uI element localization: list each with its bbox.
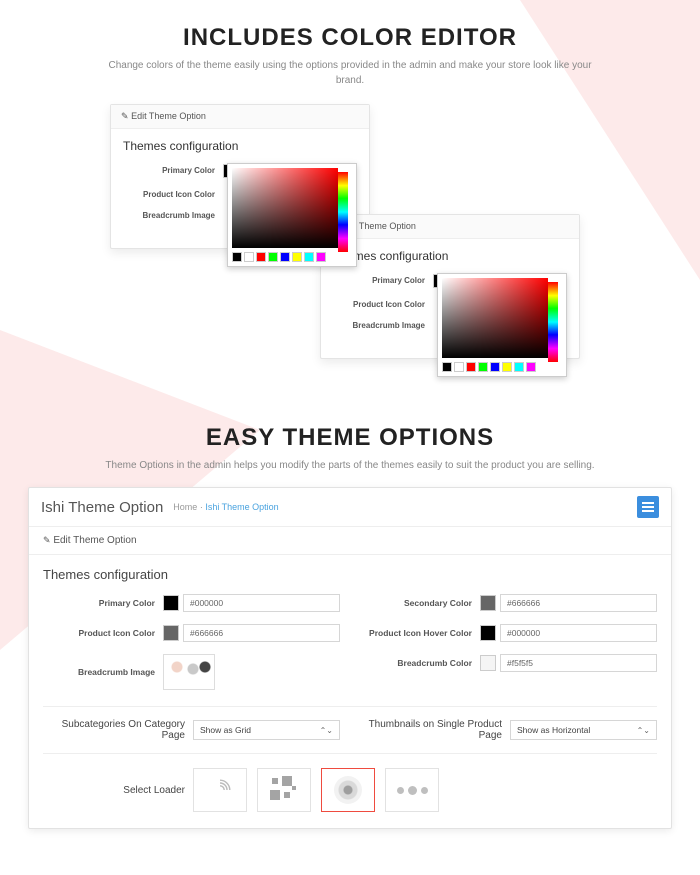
breadcrumb-color-label: Breadcrumb Color bbox=[360, 658, 480, 668]
loader-option-squares[interactable] bbox=[257, 768, 311, 812]
breadcrumb-label-1: Breadcrumb Image bbox=[123, 211, 223, 220]
panel2-config-title: Themes configuration bbox=[333, 249, 567, 263]
color-editor-panel-2: ✎ Edit Theme Option Themes configuration… bbox=[320, 214, 580, 359]
breadcrumb-image-label: Breadcrumb Image bbox=[43, 667, 163, 677]
breadcrumb-image-upload[interactable] bbox=[163, 654, 215, 690]
panel1-config-title: Themes configuration bbox=[123, 139, 357, 153]
loader-option-dots[interactable] bbox=[385, 768, 439, 812]
panel1-header-text: Edit Theme Option bbox=[131, 111, 206, 121]
menu-button[interactable] bbox=[637, 496, 659, 518]
thumbnails-label: Thumbnails on Single Product Page bbox=[360, 719, 510, 741]
dots-loader-icon bbox=[397, 786, 428, 795]
secondary-color-swatch[interactable] bbox=[480, 595, 496, 611]
preset-swatches-1[interactable] bbox=[232, 252, 352, 262]
color-editor-panel-1: ✎ Edit Theme Option Themes configuration… bbox=[110, 104, 370, 249]
primary-color-label-2: Primary Color bbox=[333, 276, 433, 285]
hover-color-swatch[interactable] bbox=[480, 625, 496, 641]
color-picker-popup-2[interactable] bbox=[437, 273, 567, 377]
preset-swatches-2[interactable] bbox=[442, 362, 562, 372]
panel-sub-header: ✎ Edit Theme Option bbox=[29, 527, 671, 555]
color-gradient-area-1[interactable] bbox=[232, 168, 338, 248]
breadcrumb-current: Ishi Theme Option bbox=[205, 502, 278, 512]
squares-loader-icon bbox=[270, 776, 298, 804]
icon-color-label: Product Icon Color bbox=[43, 628, 163, 638]
arcs-loader-icon bbox=[206, 776, 234, 804]
section1-subtitle: Change colors of the theme easily using … bbox=[100, 58, 600, 88]
pencil-icon: ✎ bbox=[43, 535, 51, 545]
primary-color-swatch[interactable] bbox=[163, 595, 179, 611]
primary-color-input[interactable]: #000000 bbox=[183, 594, 340, 612]
hamburger-icon bbox=[642, 506, 654, 508]
breadcrumb: Home · Ishi Theme Option bbox=[173, 502, 278, 512]
chevron-updown-icon: ⌃⌄ bbox=[320, 726, 333, 735]
target-loader-icon bbox=[334, 776, 362, 804]
section2-title: EASY THEME OPTIONS bbox=[0, 424, 700, 452]
pencil-icon: ✎ bbox=[121, 111, 129, 121]
panel1-header: ✎ Edit Theme Option bbox=[111, 105, 369, 129]
section2-subtitle: Theme Options in the admin helps you mod… bbox=[100, 458, 600, 473]
subcategories-label: Subcategories On Category Page bbox=[43, 719, 193, 741]
subcategories-select[interactable]: Show as Grid ⌃⌄ bbox=[193, 720, 340, 740]
loader-option-arcs[interactable] bbox=[193, 768, 247, 812]
secondary-color-label: Secondary Color bbox=[360, 598, 480, 608]
breadcrumb-label-2: Breadcrumb Image bbox=[333, 321, 433, 330]
select-loader-label: Select Loader bbox=[43, 785, 193, 796]
panel2-header: ✎ Edit Theme Option bbox=[321, 215, 579, 239]
hover-color-label: Product Icon Hover Color bbox=[360, 628, 480, 638]
hover-color-input[interactable]: #000000 bbox=[500, 624, 657, 642]
hue-slider-2[interactable] bbox=[548, 282, 558, 362]
primary-color-label-1: Primary Color bbox=[123, 166, 223, 175]
breadcrumb-image-preview bbox=[167, 657, 211, 687]
hue-slider-1[interactable] bbox=[338, 172, 348, 252]
breadcrumb-color-swatch[interactable] bbox=[480, 655, 496, 671]
color-picker-popup-1[interactable] bbox=[227, 163, 357, 267]
section1-title: INCLUDES COLOR EDITOR bbox=[0, 24, 700, 52]
page-title: Ishi Theme Option bbox=[41, 499, 163, 516]
primary-color-label: Primary Color bbox=[43, 598, 163, 608]
loader-option-target-selected[interactable] bbox=[321, 768, 375, 812]
thumbnails-select[interactable]: Show as Horizontal ⌃⌄ bbox=[510, 720, 657, 740]
breadcrumb-color-input[interactable]: #f5f5f5 bbox=[500, 654, 657, 672]
breadcrumb-home[interactable]: Home bbox=[173, 502, 197, 512]
config-title: Themes configuration bbox=[43, 567, 657, 582]
producticon-label-1: Product Icon Color bbox=[123, 190, 223, 199]
icon-color-swatch[interactable] bbox=[163, 625, 179, 641]
theme-options-panel: Ishi Theme Option Home · Ishi Theme Opti… bbox=[28, 487, 672, 829]
color-gradient-area-2[interactable] bbox=[442, 278, 548, 358]
secondary-color-input[interactable]: #666666 bbox=[500, 594, 657, 612]
chevron-updown-icon: ⌃⌄ bbox=[637, 726, 650, 735]
icon-color-input[interactable]: #666666 bbox=[183, 624, 340, 642]
producticon-label-2: Product Icon Color bbox=[333, 300, 433, 309]
